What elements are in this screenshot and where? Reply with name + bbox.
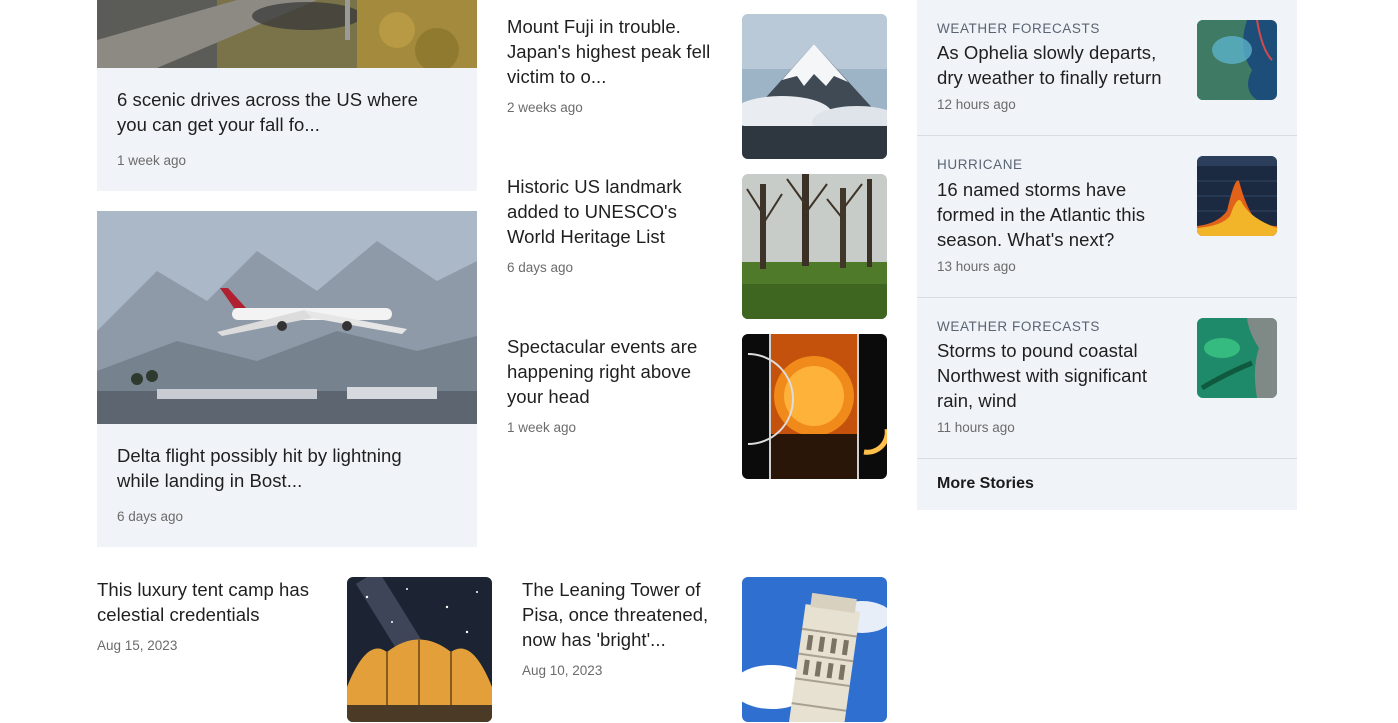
story-title[interactable]: Spectacular events are happening right a… [507, 334, 722, 409]
storm-chart-thumbnail[interactable] [1197, 156, 1277, 236]
story-title[interactable]: 6 scenic drives across the US where you … [117, 87, 447, 137]
sidebar-stories: WEATHER FORECASTS As Ophelia slowly depa… [917, 0, 1297, 510]
weather-map-thumbnail[interactable] [1197, 20, 1277, 100]
story-title[interactable]: Storms to pound coastal Northwest with s… [937, 338, 1182, 413]
story-item-mount-fuji[interactable]: Mount Fuji in trouble. Japan's highest p… [507, 14, 887, 159]
story-timestamp: 11 hours ago [937, 420, 1015, 435]
story-title[interactable]: As Ophelia slowly departs, dry weather t… [937, 40, 1182, 90]
mount-fuji-thumbnail[interactable] [742, 14, 887, 159]
story-category[interactable]: WEATHER FORECASTS [937, 319, 1100, 334]
story-title[interactable]: 16 named storms have formed in the Atlan… [937, 177, 1182, 252]
story-timestamp: 1 week ago [507, 420, 577, 435]
story-title[interactable]: Historic US landmark added to UNESCO's W… [507, 174, 727, 249]
sidebar-story-named-storms[interactable]: HURRICANE 16 named storms have formed in… [917, 136, 1297, 298]
tent-camp-thumbnail[interactable] [347, 577, 492, 722]
story-timestamp: 1 week ago [117, 153, 187, 168]
story-category[interactable]: WEATHER FORECASTS [937, 21, 1100, 36]
story-title[interactable]: The Leaning Tower of Pisa, once threaten… [522, 577, 722, 652]
story-item-leaning-tower[interactable]: The Leaning Tower of Pisa, once threaten… [522, 577, 887, 722]
story-card-scenic-drives[interactable]: 6 scenic drives across the US where you … [97, 0, 477, 191]
leaning-tower-thumbnail[interactable] [742, 577, 887, 722]
story-timestamp: 12 hours ago [937, 97, 1016, 112]
scenic-road-image[interactable] [97, 0, 477, 68]
story-card-delta-flight[interactable]: Delta flight possibly hit by lightning w… [97, 211, 477, 547]
story-item-tent-camp[interactable]: This luxury tent camp has celestial cred… [97, 577, 492, 722]
story-item-sky-events[interactable]: Spectacular events are happening right a… [507, 334, 887, 479]
sidebar-story-ophelia[interactable]: WEATHER FORECASTS As Ophelia slowly depa… [917, 0, 1297, 136]
more-stories-link[interactable]: More Stories [937, 475, 1034, 493]
airplane-image[interactable] [97, 211, 477, 424]
eclipse-thumbnail[interactable] [742, 334, 887, 479]
story-timestamp: 2 weeks ago [507, 100, 583, 115]
sidebar-story-northwest-storms[interactable]: WEATHER FORECASTS Storms to pound coasta… [917, 298, 1297, 459]
story-timestamp: 6 days ago [507, 260, 574, 275]
story-timestamp: 13 hours ago [937, 259, 1016, 274]
story-item-unesco-landmark[interactable]: Historic US landmark added to UNESCO's W… [507, 174, 887, 319]
park-trees-thumbnail[interactable] [742, 174, 887, 319]
story-category[interactable]: HURRICANE [937, 157, 1023, 172]
story-title[interactable]: Mount Fuji in trouble. Japan's highest p… [507, 14, 722, 89]
story-timestamp: 6 days ago [117, 509, 184, 524]
story-timestamp: Aug 15, 2023 [97, 638, 178, 653]
story-title[interactable]: This luxury tent camp has celestial cred… [97, 577, 327, 627]
story-timestamp: Aug 10, 2023 [522, 663, 603, 678]
rain-map-thumbnail[interactable] [1197, 318, 1277, 398]
story-title[interactable]: Delta flight possibly hit by lightning w… [117, 443, 447, 493]
